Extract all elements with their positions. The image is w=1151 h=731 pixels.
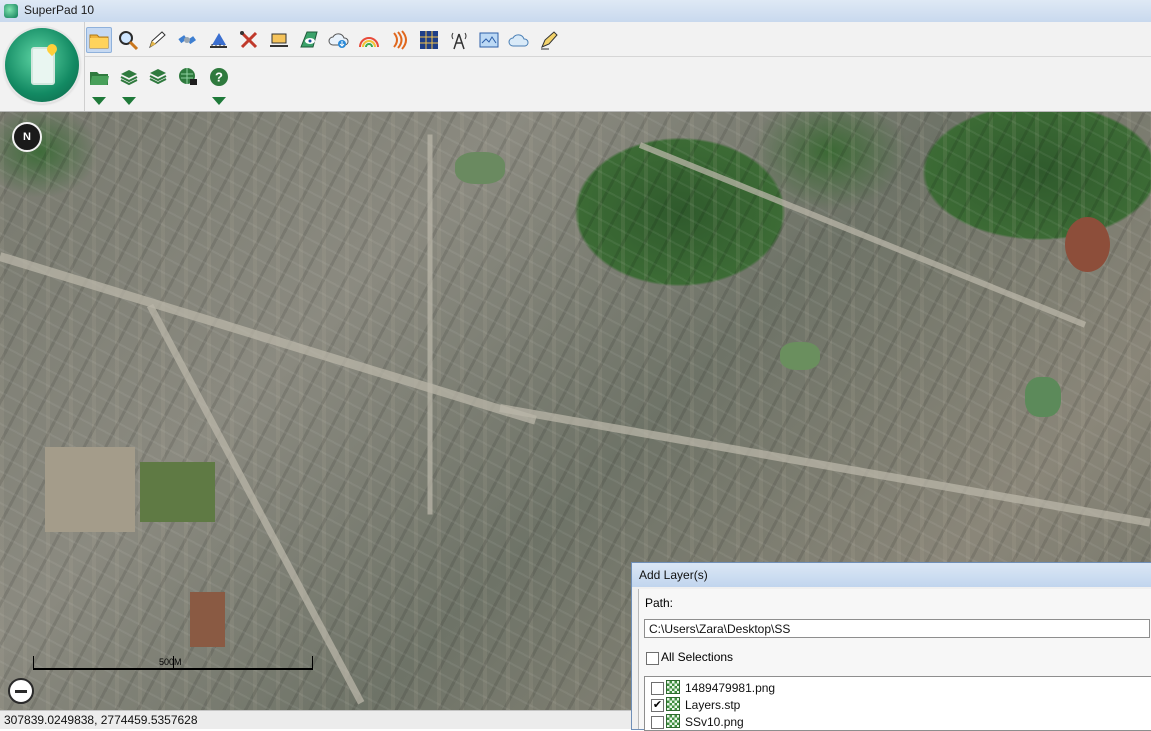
help-dropdown[interactable] <box>212 97 226 105</box>
open-layer-button[interactable] <box>86 64 112 90</box>
file-name: 1489479981.png <box>685 681 776 695</box>
layers-add-icon <box>120 70 138 86</box>
open-folder-button[interactable] <box>86 27 112 53</box>
device-button[interactable] <box>266 27 292 53</box>
all-selections-label[interactable]: All Selections <box>661 650 733 664</box>
help-button[interactable]: ? <box>206 64 232 90</box>
edit-button[interactable] <box>536 27 562 53</box>
magnifier-icon <box>119 31 139 51</box>
file-checkbox[interactable] <box>651 716 664 729</box>
svg-text:?: ? <box>215 70 223 85</box>
add-layers-dropdown[interactable] <box>122 97 136 105</box>
logo-divider <box>84 22 85 111</box>
file-list-item[interactable]: ✔ Layers.stp <box>645 696 1151 713</box>
dialog-title-bar[interactable]: Add Layer(s) <box>632 563 1151 587</box>
grid-button[interactable] <box>416 27 442 53</box>
antenna-button[interactable] <box>446 27 472 53</box>
map-field <box>455 152 505 184</box>
map-road <box>427 134 433 515</box>
map-window-button[interactable] <box>476 27 502 53</box>
all-selections-checkbox[interactable] <box>646 652 659 665</box>
antenna-tower-icon <box>451 32 467 50</box>
cloud-download-icon <box>328 33 349 48</box>
cloud-icon <box>508 34 529 47</box>
coordinates-readout: 307839.0249838, 2774459.5357628 <box>4 713 198 727</box>
pencil-icon <box>149 31 166 49</box>
gps-button[interactable] <box>174 27 200 53</box>
cloud-button[interactable] <box>506 27 532 53</box>
layer-map-button[interactable] <box>356 27 382 53</box>
map-field <box>190 592 225 647</box>
zoom-out-button[interactable] <box>8 678 34 704</box>
open-layer-dropdown[interactable] <box>92 97 106 105</box>
view-map-button[interactable] <box>296 27 322 53</box>
globe-lock-icon <box>179 68 197 85</box>
file-list[interactable]: 1489479981.png ✔ Layers.stp SSv10.png <box>644 676 1151 731</box>
dialog-title: Add Layer(s) <box>639 568 708 582</box>
minus-icon <box>15 689 27 693</box>
status-bar: 307839.0249838, 2774459.5357628 <box>0 710 632 729</box>
toolbar: ? <box>0 22 1151 112</box>
measure-button[interactable] <box>205 27 231 53</box>
map-window-icon <box>479 32 499 48</box>
scale-bar: 500M <box>33 648 313 678</box>
file-list-item[interactable]: SSv10.png <box>645 713 1151 730</box>
folder-open-icon <box>90 72 109 85</box>
path-label: Path: <box>645 596 674 610</box>
raster-file-icon <box>666 714 680 728</box>
layers-button[interactable] <box>145 64 171 90</box>
title-bar: SuperPad 10 <box>0 0 1151 23</box>
file-checkbox[interactable]: ✔ <box>651 699 664 712</box>
map-field <box>140 462 215 522</box>
pen-edit-icon <box>541 31 558 50</box>
layers-icon <box>149 69 167 85</box>
map-field <box>45 447 135 532</box>
zoom-button[interactable] <box>115 27 141 53</box>
toolbar-row-divider <box>85 56 1151 57</box>
raster-file-icon <box>666 697 680 711</box>
dialog-body: Path: C:\Users\Zara\Desktop\SS All Selec… <box>638 589 1151 731</box>
signal-waves-icon <box>393 30 407 50</box>
satellite-icon <box>178 35 196 45</box>
web-map-button[interactable] <box>175 64 201 90</box>
app-icon <box>4 4 18 18</box>
file-name: Layers.stp <box>685 698 741 712</box>
window-title: SuperPad 10 <box>24 3 95 17</box>
measure-ruler-icon <box>210 33 227 48</box>
add-layers-dialog: Add Layer(s) Path: C:\Users\Zara\Desktop… <box>631 562 1151 731</box>
help-icon: ? <box>210 68 228 86</box>
add-layers-button[interactable] <box>116 64 142 90</box>
signal-button[interactable] <box>386 27 412 53</box>
file-list-item[interactable]: 1489479981.png <box>645 679 1151 696</box>
grid-icon <box>420 31 438 49</box>
map-field <box>1065 217 1110 272</box>
file-name: SSv10.png <box>685 715 744 729</box>
path-input[interactable]: C:\Users\Zara\Desktop\SS <box>644 619 1150 638</box>
rainbow-map-icon <box>359 37 379 48</box>
draw-button[interactable] <box>144 27 170 53</box>
laptop-icon <box>270 33 288 47</box>
tools-button[interactable] <box>236 27 262 53</box>
scale-bar-tick <box>312 656 313 670</box>
scale-bar-label: 500M <box>159 657 182 667</box>
map-field <box>1025 377 1061 417</box>
file-checkbox[interactable] <box>651 682 664 695</box>
map-eye-icon <box>300 31 318 48</box>
north-compass-icon: N <box>12 122 42 152</box>
tools-cross-icon <box>240 31 258 49</box>
app-logo[interactable] <box>5 28 79 102</box>
raster-file-icon <box>666 680 680 694</box>
cloud-download-button[interactable] <box>326 27 352 53</box>
open-folder-icon <box>89 34 109 49</box>
scale-bar-tick <box>33 656 34 670</box>
map-field <box>780 342 820 370</box>
